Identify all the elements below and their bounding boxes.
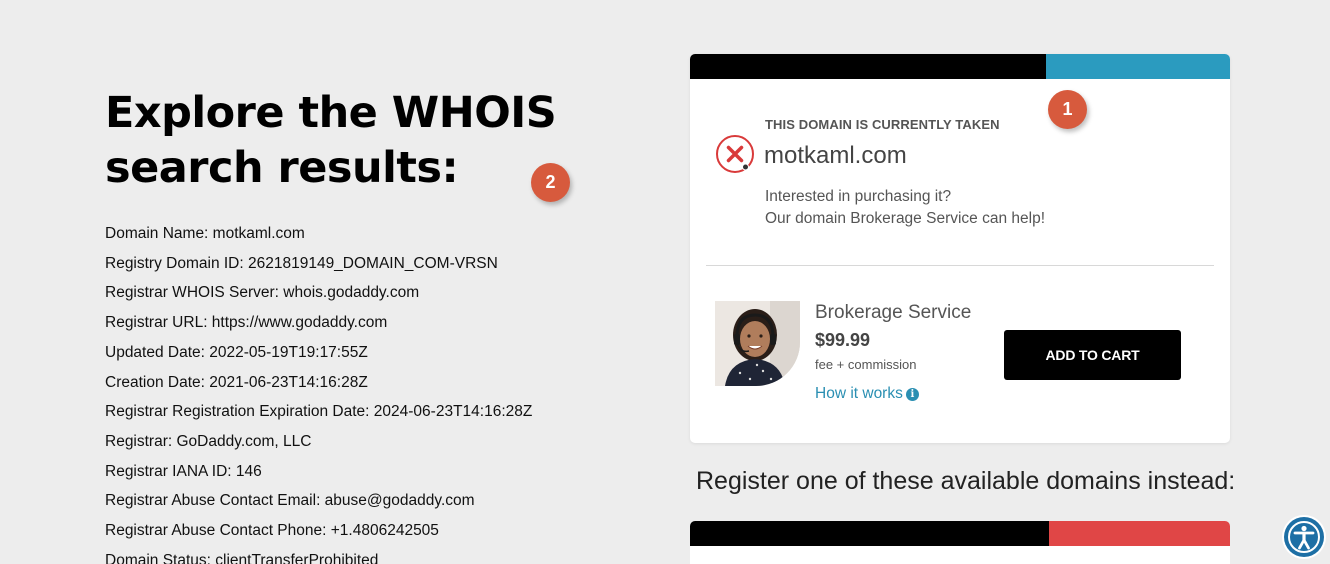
whois-field: Registrar URL: https://www.godaddy.com bbox=[105, 314, 388, 332]
register-alternatives-heading: Register one of these available domains … bbox=[696, 467, 1236, 495]
step-badge-2: 2 bbox=[531, 163, 570, 202]
whois-field: Registrar Abuse Contact Email: abuse@god… bbox=[105, 492, 475, 510]
agent-avatar bbox=[715, 301, 800, 386]
x-circle-icon bbox=[716, 135, 754, 173]
info-circle-icon: i bbox=[905, 387, 919, 401]
page-title-line-2: search results: bbox=[105, 143, 459, 193]
how-it-works-label: How it works bbox=[815, 385, 903, 402]
domain-name: motkaml.com bbox=[764, 142, 907, 169]
step-badge-1: 1 bbox=[1048, 90, 1087, 129]
whois-field: Registrar Registration Expiration Date: … bbox=[105, 403, 533, 421]
whois-field: Updated Date: 2022-05-19T19:17:55Z bbox=[105, 343, 368, 361]
whois-field: Creation Date: 2021-06-23T14:16:28Z bbox=[105, 373, 368, 391]
domain-status-label: THIS DOMAIN IS CURRENTLY TAKEN bbox=[765, 117, 1000, 132]
available-domain-card bbox=[690, 521, 1230, 564]
pitch-line-2: Our domain Brokerage Service can help! bbox=[765, 210, 1046, 227]
whois-field: Registrar: GoDaddy.com, LLC bbox=[105, 432, 312, 450]
whois-record-list: Domain Name: motkaml.com Registry Domain… bbox=[105, 219, 625, 564]
pitch-line-1: Interested in purchasing it? bbox=[765, 188, 952, 205]
whois-field: Registrar WHOIS Server: whois.godaddy.co… bbox=[105, 284, 420, 302]
accessibility-icon bbox=[1284, 517, 1324, 557]
whois-field: Registrar IANA ID: 146 bbox=[105, 462, 262, 480]
service-price: $99.99 bbox=[815, 330, 871, 350]
whois-field: Domain Status: clientTransferProhibited bbox=[105, 551, 379, 564]
accessibility-button[interactable] bbox=[1282, 515, 1326, 559]
whois-field: Domain Name: motkaml.com bbox=[105, 225, 305, 242]
add-to-cart-button[interactable]: ADD TO CART bbox=[1004, 330, 1181, 380]
how-it-works-link[interactable]: How it works i bbox=[815, 385, 919, 403]
whois-results-section: Explore the WHOIS search results: Domain… bbox=[105, 86, 625, 564]
service-fee-note: fee + commission bbox=[815, 357, 917, 372]
whois-field: Registry Domain ID: 2621819149_DOMAIN_CO… bbox=[105, 254, 498, 272]
whois-field: Registrar Abuse Contact Phone: +1.480624… bbox=[105, 522, 439, 540]
card-accent-bar bbox=[690, 521, 1230, 546]
divider bbox=[706, 265, 1214, 266]
card-accent-bar bbox=[690, 54, 1230, 79]
domain-status-card: THIS DOMAIN IS CURRENTLY TAKEN motkaml.c… bbox=[690, 54, 1230, 443]
brokerage-pitch: Interested in purchasing it? Our domain … bbox=[765, 186, 1045, 230]
page-title-line-1: Explore the WHOIS bbox=[105, 88, 557, 138]
service-name: Brokerage Service bbox=[815, 302, 972, 323]
